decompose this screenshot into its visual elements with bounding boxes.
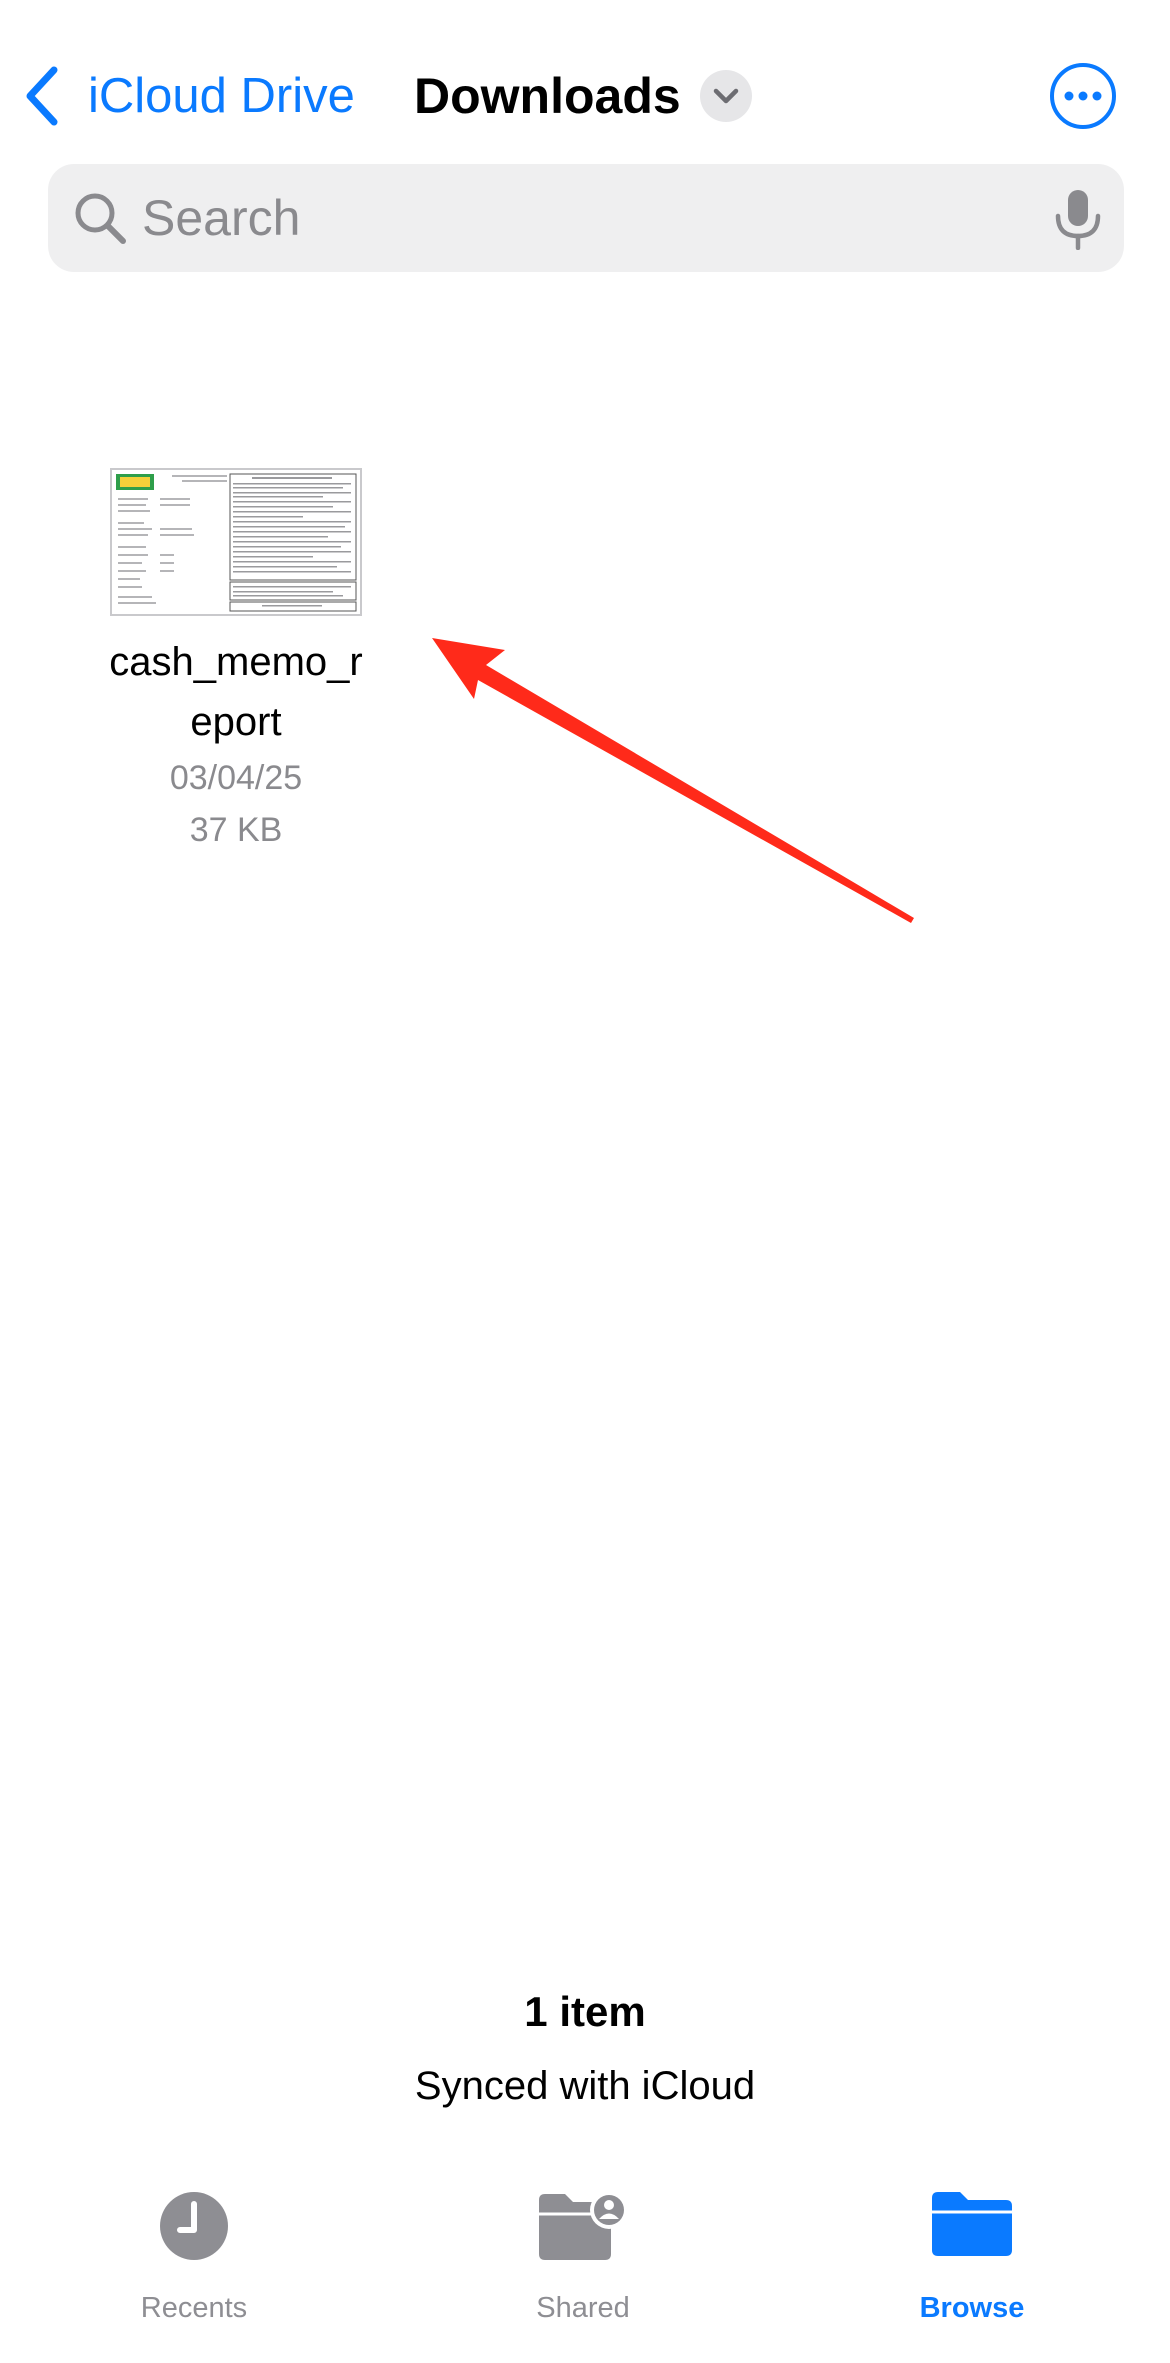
back-button[interactable]: iCloud Drive: [88, 64, 355, 128]
file-size: 37 KB: [189, 811, 283, 849]
file-date: 03/04/25: [169, 759, 303, 797]
page-title[interactable]: Downloads: [414, 64, 681, 128]
tab-bar: Recents Shared Browse: [0, 2160, 1170, 2363]
item-count: 1 item: [524, 1988, 646, 2035]
tab-browse[interactable]: Browse: [852, 2190, 1092, 2330]
file-thumbnail[interactable]: [110, 468, 362, 616]
files-app-screen: iCloud Drive Downloads Search cash_memo_…: [0, 0, 1170, 2363]
tab-label-shared: Shared: [536, 2292, 630, 2324]
tab-label-browse: Browse: [919, 2292, 1025, 2324]
shared-folder-icon: [539, 2191, 628, 2260]
document-preview-image: [116, 473, 357, 612]
title-dropdown-button[interactable]: [700, 70, 752, 122]
file-name: cash_memo_r eport: [109, 640, 363, 744]
sync-status: Synced with iCloud: [414, 2064, 756, 2108]
search-input[interactable]: [142, 164, 1042, 272]
tab-shared[interactable]: Shared: [463, 2190, 703, 2330]
folder-icon: [932, 2192, 1012, 2256]
tab-recents[interactable]: Recents: [74, 2190, 314, 2330]
ellipsis-icon: [1064, 91, 1102, 101]
tab-label-recents: Recents: [140, 2292, 248, 2324]
clock-icon: [160, 2192, 228, 2260]
microphone-icon[interactable]: [1048, 188, 1108, 250]
chevron-down-icon: [713, 88, 739, 104]
back-chevron-icon[interactable]: [22, 64, 62, 128]
search-bar[interactable]: [48, 164, 1124, 272]
search-icon: [75, 193, 126, 244]
more-options-button[interactable]: [1050, 63, 1116, 129]
